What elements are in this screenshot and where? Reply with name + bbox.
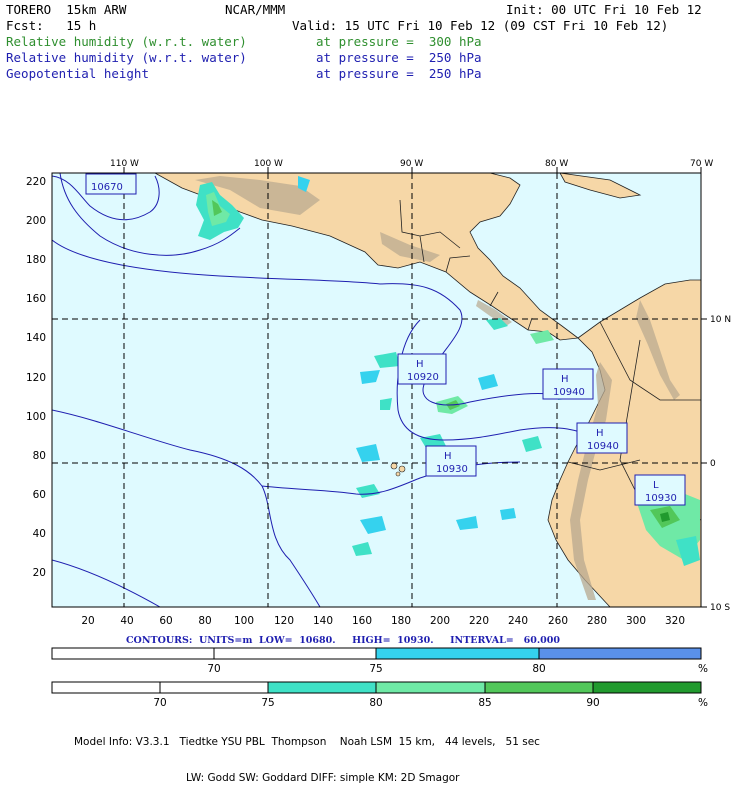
colorbar-250hpa <box>51 647 702 660</box>
colorbar-label: 75 <box>261 697 274 709</box>
y-tick: 20 <box>33 567 46 579</box>
colorbar-unit: % <box>698 697 708 709</box>
y-tick: 180 <box>26 254 46 266</box>
label-10670: 10670 <box>91 182 123 193</box>
label-10940: 10940 <box>587 441 619 452</box>
x-axis-labels: 20 40 60 80 100 120 140 160 180 200 220 … <box>81 615 685 627</box>
galapagos-island <box>395 471 401 477</box>
galapagos-island <box>398 465 406 473</box>
lat-label: 10 S <box>710 603 730 613</box>
model-info-line-2: LW: Godd SW: Goddard DIFF: simple KM: 2D… <box>186 772 460 784</box>
colorbar-label: 70 <box>153 697 166 709</box>
forecast-map: 10670 H 10920 H 10940 H 10930 H 10940 L … <box>26 159 731 709</box>
colorbar-unit: % <box>698 663 708 675</box>
galapagos-island <box>390 462 398 470</box>
high-marker: H <box>596 428 604 439</box>
label-10930: 10930 <box>645 493 677 504</box>
y-tick: 140 <box>26 332 46 344</box>
colorbar-250hpa-labels: 70 75 80 % <box>207 663 708 675</box>
x-tick: 100 <box>234 615 254 627</box>
y-tick: 200 <box>26 215 46 227</box>
y-tick: 80 <box>33 450 46 462</box>
y-tick: 220 <box>26 176 46 188</box>
lat-label: 0 <box>710 459 716 469</box>
x-tick: 60 <box>159 615 172 627</box>
low-marker: L <box>653 480 659 491</box>
x-tick: 140 <box>313 615 333 627</box>
model-info-line-1: Model Info: V3.3.1 Tiedtke YSU PBL Thomp… <box>74 736 540 748</box>
colorbar-label: 75 <box>369 663 382 675</box>
label-10920: 10920 <box>407 372 439 383</box>
x-tick: 260 <box>548 615 568 627</box>
lon-label: 70 W <box>690 159 713 169</box>
y-tick: 160 <box>26 293 46 305</box>
x-tick: 280 <box>587 615 607 627</box>
x-tick: 320 <box>665 615 685 627</box>
colorbar-label: 85 <box>478 697 491 709</box>
x-tick: 240 <box>508 615 528 627</box>
colorbar-label: 70 <box>207 663 220 675</box>
label-10930: 10930 <box>436 464 468 475</box>
x-tick: 220 <box>469 615 489 627</box>
x-tick: 300 <box>626 615 646 627</box>
contours-info: CONTOURS: UNITS=m LOW= 10680. HIGH= 1093… <box>126 635 560 646</box>
x-tick: 180 <box>391 615 411 627</box>
lon-label: 110 W <box>110 159 139 169</box>
colorbar-label: 80 <box>369 697 382 709</box>
y-tick: 120 <box>26 372 46 384</box>
colorbar-300hpa-labels: 70 75 80 85 90 % <box>153 697 708 709</box>
x-tick: 20 <box>81 615 94 627</box>
label-10940: 10940 <box>553 387 585 398</box>
high-marker: H <box>444 451 452 462</box>
lon-label: 90 W <box>400 159 423 169</box>
lon-label: 80 W <box>545 159 568 169</box>
x-tick: 200 <box>430 615 450 627</box>
colorbar-label: 90 <box>586 697 599 709</box>
y-axis-labels: 220 200 180 160 140 120 100 80 60 40 20 <box>26 176 46 579</box>
y-tick: 60 <box>33 489 46 501</box>
y-tick: 100 <box>26 411 46 423</box>
model-info: Model Info: V3.3.1 Tiedtke YSU PBL Thomp… <box>74 712 540 796</box>
x-tick: 80 <box>198 615 211 627</box>
high-marker: H <box>416 359 424 370</box>
x-tick: 160 <box>352 615 372 627</box>
x-tick: 40 <box>120 615 133 627</box>
lon-label: 100 W <box>254 159 283 169</box>
high-marker: H <box>561 374 569 385</box>
x-tick: 120 <box>274 615 294 627</box>
y-tick: 40 <box>33 528 46 540</box>
colorbar-label: 80 <box>532 663 545 675</box>
lat-label: 10 N <box>710 315 731 325</box>
colorbar-300hpa <box>51 681 702 694</box>
